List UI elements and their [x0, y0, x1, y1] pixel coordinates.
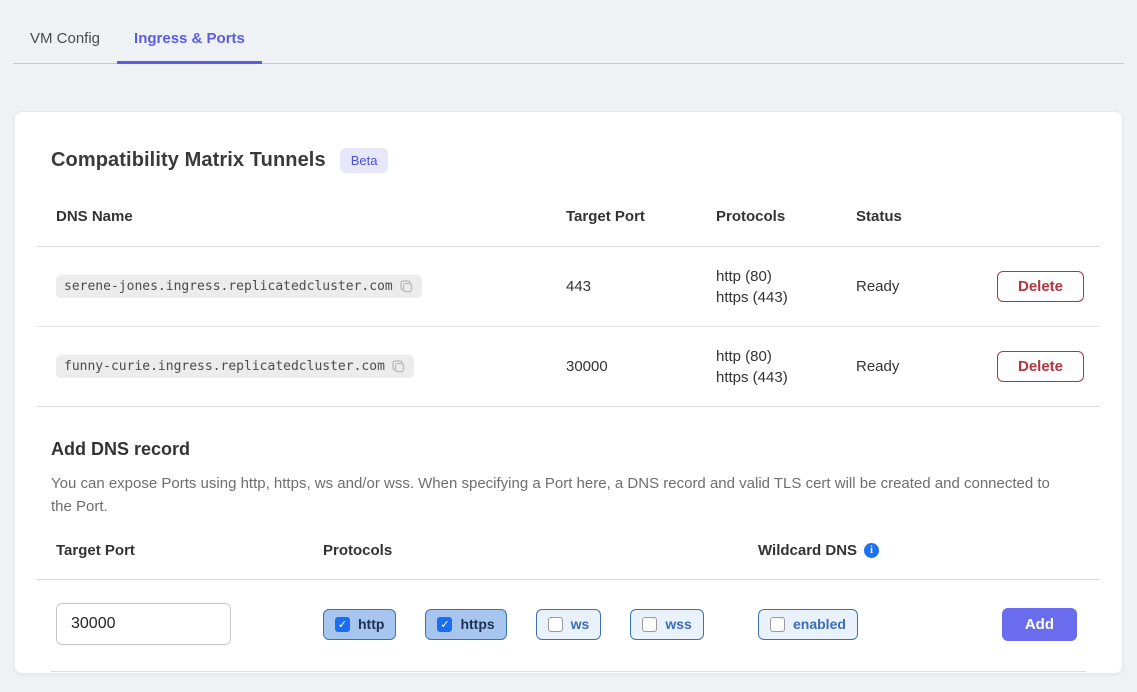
dns-name-pill: funny-curie.ingress.replicatedcluster.co…	[56, 355, 414, 378]
dns-name-text: funny-curie.ingress.replicatedcluster.co…	[64, 359, 385, 374]
tunnels-table: DNS Name Target Port Protocols Status se…	[37, 183, 1100, 407]
card-title: Compatibility Matrix Tunnels	[51, 149, 326, 172]
checkbox-wildcard-enabled[interactable]: ✓ enabled	[758, 609, 858, 640]
table-row: serene-jones.ingress.replicatedcluster.c…	[37, 247, 1100, 327]
target-port-cell: 30000	[566, 358, 716, 375]
checkbox-label: http	[358, 616, 384, 632]
form-labels-row: Target Port Protocols Wildcard DNS i	[37, 518, 1100, 580]
checkbox-label: wss	[665, 616, 691, 632]
checkbox-http[interactable]: ✓ http	[323, 609, 396, 640]
checkbox-box: ✓	[642, 617, 657, 632]
protocol-line: https (443)	[716, 287, 856, 308]
protocol-line: http (80)	[716, 266, 856, 287]
checkbox-box: ✓	[548, 617, 563, 632]
checkbox-https[interactable]: ✓ https	[425, 609, 506, 640]
dns-name-text: serene-jones.ingress.replicatedcluster.c…	[64, 279, 393, 294]
checkbox-box: ✓	[770, 617, 785, 632]
add-dns-record-description: You can expose Ports using http, https, …	[37, 460, 1057, 518]
table-header-row: DNS Name Target Port Protocols Status	[37, 183, 1100, 247]
add-button[interactable]: Add	[1002, 608, 1077, 641]
checkbox-label: enabled	[793, 616, 846, 632]
table-row: funny-curie.ingress.replicatedcluster.co…	[37, 327, 1100, 407]
copy-icon[interactable]	[399, 279, 414, 294]
status-cell: Ready	[856, 358, 997, 375]
add-dns-record-title: Add DNS record	[37, 407, 1100, 460]
bottom-divider	[51, 671, 1086, 672]
checkbox-label: https	[460, 616, 494, 632]
beta-badge: Beta	[340, 148, 389, 173]
tab-ingress-ports[interactable]: Ingress & Ports	[117, 22, 262, 64]
card-title-row: Compatibility Matrix Tunnels Beta	[37, 112, 1100, 173]
target-port-input[interactable]	[56, 603, 231, 645]
protocols-cell: http (80) https (443)	[716, 346, 856, 388]
tunnels-card: Compatibility Matrix Tunnels Beta DNS Na…	[14, 111, 1123, 674]
tab-bar: VM Config Ingress & Ports	[13, 0, 1124, 64]
column-header-target-port: Target Port	[566, 208, 716, 225]
column-header-status: Status	[856, 208, 997, 225]
protocol-line: http (80)	[716, 346, 856, 367]
info-icon[interactable]: i	[864, 543, 879, 558]
dns-name-pill: serene-jones.ingress.replicatedcluster.c…	[56, 275, 422, 298]
checkbox-box: ✓	[437, 617, 452, 632]
status-cell: Ready	[856, 278, 997, 295]
delete-button[interactable]: Delete	[997, 351, 1084, 382]
protocol-line: https (443)	[716, 367, 856, 388]
add-dns-form-row: ✓ http ✓ https ✓ ws ✓ wss ✓ enabled Add	[37, 580, 1100, 645]
protocols-cell: http (80) https (443)	[716, 266, 856, 308]
tab-vm-config[interactable]: VM Config	[13, 22, 117, 64]
form-label-wildcard-dns: Wildcard DNS	[758, 542, 857, 559]
checkbox-label: ws	[571, 616, 590, 632]
copy-icon[interactable]	[391, 359, 406, 374]
checkbox-box: ✓	[335, 617, 350, 632]
form-label-target-port: Target Port	[56, 542, 323, 559]
delete-button[interactable]: Delete	[997, 271, 1084, 302]
checkbox-wss[interactable]: ✓ wss	[630, 609, 703, 640]
column-header-protocols: Protocols	[716, 208, 856, 225]
column-header-dns-name: DNS Name	[56, 208, 566, 225]
form-label-protocols: Protocols	[323, 542, 758, 559]
target-port-cell: 443	[566, 278, 716, 295]
checkbox-ws[interactable]: ✓ ws	[536, 609, 602, 640]
protocol-checkbox-group: ✓ http ✓ https ✓ ws ✓ wss	[323, 609, 758, 640]
